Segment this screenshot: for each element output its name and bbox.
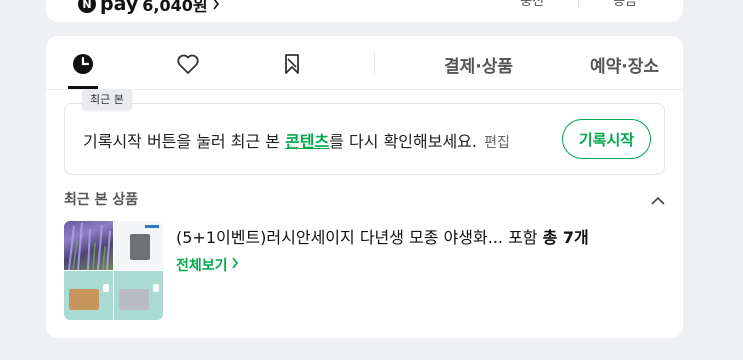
recent-product-title[interactable]: (5+1이벤트)러시안세이지 다년생 모종 야생화... 포함 총 7개 — [176, 224, 589, 248]
product-count: 총 7개 — [542, 228, 589, 247]
tab-reservation-places[interactable]: 예약·장소 — [590, 52, 659, 77]
view-all-link[interactable]: 전체보기 — [176, 255, 239, 275]
heart-icon[interactable] — [174, 50, 202, 78]
npay-label: pay — [100, 0, 139, 15]
chevron-right-icon — [212, 0, 220, 15]
divider — [578, 0, 580, 6]
recent-activity-card: 결제·상품 예약·장소 기록시작 버튼을 눌러 최근 본 콘텐츠를 다시 확인해… — [46, 36, 683, 338]
npay-card: N pay 6,040원 충전 송금 — [46, 0, 683, 22]
record-start-button[interactable]: 기록시작 — [562, 119, 651, 159]
tab-payment-products[interactable]: 결제·상품 — [444, 52, 513, 77]
product-thumbnail — [64, 221, 113, 270]
edit-link[interactable]: 편집 — [484, 135, 510, 151]
recent-products-title: 최근 본 상품 — [64, 192, 139, 208]
product-thumbnails[interactable] — [64, 221, 163, 320]
plug-image — [103, 284, 109, 292]
product-thumbnail — [114, 221, 163, 270]
recent-clock-icon[interactable] — [69, 50, 97, 78]
notice-suffix: 를 다시 확인해보세요. — [329, 132, 477, 151]
product-thumbnail — [64, 271, 113, 320]
npay-actions: 충전 송금 — [520, 0, 637, 9]
product-thumbnail — [114, 271, 163, 320]
record-notice-box: 기록시작 버튼을 눌러 최근 본 콘텐츠를 다시 확인해보세요. 편집 기록시작 — [64, 103, 665, 175]
chevron-right-icon — [231, 257, 239, 273]
charge-link[interactable]: 충전 — [520, 0, 544, 9]
tab-divider — [374, 52, 375, 74]
product-name: (5+1이벤트)러시안세이지 다년생 모종 야생화... 포함 — [176, 228, 543, 247]
device-image — [130, 234, 150, 260]
bookmark-icon[interactable] — [278, 50, 306, 78]
npay-summary[interactable]: N pay 6,040원 — [78, 0, 220, 16]
view-all-label: 전체보기 — [176, 258, 228, 274]
recent-tooltip: 최근 본 — [82, 89, 132, 110]
send-link[interactable]: 송금 — [613, 0, 637, 9]
chevron-up-icon[interactable] — [651, 190, 665, 209]
npay-amount: 6,040원 — [142, 0, 208, 15]
brand-mark — [145, 225, 159, 228]
plug-image — [153, 284, 159, 292]
record-notice-text: 기록시작 버튼을 눌러 최근 본 콘텐츠를 다시 확인해보세요. 편집 — [83, 128, 510, 152]
notice-prefix: 기록시작 버튼을 눌러 최근 본 — [83, 132, 286, 151]
content-link[interactable]: 콘텐츠 — [285, 132, 329, 151]
package-image — [119, 289, 149, 310]
npay-logo: N — [78, 0, 96, 13]
tab-bar: 결제·상품 예약·장소 — [46, 36, 683, 90]
package-image — [69, 289, 99, 310]
